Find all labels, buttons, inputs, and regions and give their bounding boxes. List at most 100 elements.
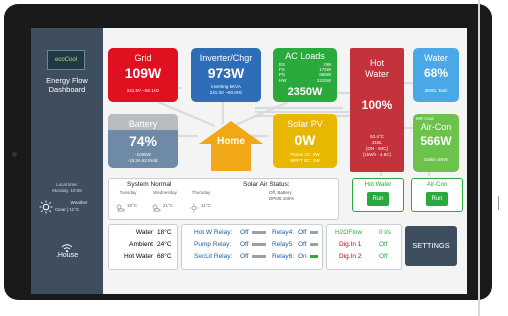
battery-tile[interactable]: Battery 74% -1005W -15.3A 52.5Vdc	[108, 114, 178, 168]
relay6-label: Relay6:	[272, 253, 295, 260]
solar-pv-tile[interactable]: Solar PV 0W Phase AC: 0W MPPT DC: 0W	[273, 114, 337, 168]
sun-icon	[39, 200, 53, 214]
local-time-label: Local time:	[56, 182, 78, 187]
relay-pump-label: Pump Relay:	[194, 241, 232, 248]
temperatures-panel: Water 18°C Ambient 24°C Hot Water 68°C	[108, 224, 178, 270]
aircon-power-value: 566W	[420, 134, 452, 148]
solar-air-status-detail1: Off, Battery	[269, 190, 292, 195]
grid-label: Grid	[134, 53, 152, 63]
digital-input-1-value: Off	[379, 241, 388, 248]
hot-water-button-label: Hot Water	[364, 182, 392, 188]
hot-water-run-button[interactable]: Hot Water Run	[352, 178, 404, 212]
ac-loads-label: AC Loads	[285, 51, 325, 61]
sun-icon	[189, 200, 199, 213]
inverter-tile[interactable]: Inverter/Chgr 973W Inverting 5KVA 241.3V…	[191, 48, 261, 102]
relay-seclit-label: SecLit Relay:	[194, 253, 233, 260]
dashboard-screen: ecoCool Energy Flow Dashboard Local time…	[31, 28, 467, 294]
solar-pv-label: Solar PV	[287, 119, 323, 129]
hot-water-temp: 63.4°C	[370, 134, 384, 139]
solar-ac-detail: Phase AC: 0W	[290, 152, 320, 157]
relay5-label: Relay5:	[272, 241, 295, 248]
water-tank-tile[interactable]: Water 68% 3000L Tank	[413, 48, 459, 102]
hot-water-label-line1: Hot	[369, 58, 384, 68]
water-tank-level-value: 68%	[423, 66, 449, 80]
settings-button[interactable]: SETTINGS	[405, 226, 457, 266]
relay-pump-state[interactable]: Off	[240, 241, 266, 248]
battery-soc-value: 74%	[128, 133, 158, 149]
grid-voltage-detail: 241.8V ~50.1Hz	[126, 88, 160, 93]
solar-air-status-detail2: DPM6 100%	[269, 196, 295, 201]
aircon-button-label: Air-Con	[426, 182, 448, 188]
solar-dc-detail: MPPT DC: 0W	[290, 158, 320, 163]
relay-hot-water-label: Hot W Relay:	[194, 229, 233, 236]
partly-cloudy-icon	[151, 200, 161, 212]
temp-label-hot-water: Hot Water	[123, 253, 153, 260]
battery-current-voltage: -15.3A 52.5Vdc	[127, 158, 159, 163]
digital-input-1-label: Dig.In 1	[339, 241, 362, 248]
temp-value-ambient: 24°C	[157, 241, 172, 248]
relay5-state[interactable]: Off	[298, 241, 318, 248]
hot-water-tile[interactable]: Hot Water 100% 63.4°C 315L [ON - 84C] [1…	[350, 48, 404, 172]
digital-input-2-value: Off	[379, 253, 388, 260]
relay6-state[interactable]: On	[298, 253, 318, 260]
hot-water-level-value: 100%	[361, 98, 393, 112]
hot-water-energy: [1kWh - 4.6C]	[363, 152, 391, 157]
ac-load-row: HW 1315W	[279, 77, 331, 83]
system-status-panel: System Normal Solar Air Status: Off, Bat…	[108, 178, 339, 220]
hot-water-volume: 315L	[371, 140, 382, 145]
ecocool-logo: ecoCool	[47, 50, 85, 70]
grid-tile[interactable]: Grid 109W 241.8V ~50.1Hz	[108, 48, 178, 102]
forecast-day-3: Thursday	[191, 190, 211, 195]
page-edge-line	[478, 0, 480, 316]
local-time-value: Monday, 19:08	[52, 188, 82, 193]
flow-inputs-panel: H2OFlow 0 l/s Dig.In 1 Off Dig.In 2 Off	[326, 224, 402, 270]
dashboard-title-line2: Dashboard	[48, 85, 86, 94]
partly-cloudy-icon	[115, 200, 125, 212]
temp-value-hot-water: 68°C	[157, 253, 172, 260]
weather-value: Clear | 11°C	[55, 207, 80, 212]
dashboard-title-line1: Energy Flow	[46, 76, 88, 85]
solar-air-status-label: Solar Air Status:	[243, 181, 290, 188]
water-tank-label: Water	[424, 53, 448, 63]
house-nav-label[interactable]: .House	[31, 252, 103, 259]
home-label: Home	[217, 136, 245, 147]
grid-power-value: 109W	[124, 65, 162, 81]
temp-label-water: Water	[135, 229, 153, 236]
water-tank-capacity: 3000L Tank	[424, 88, 448, 93]
ac-loads-breakdown: ES 0W FS 175W PS 658W HW 1315W	[279, 62, 331, 83]
aircon-model: Daikin 5KW	[424, 157, 448, 162]
forecast-temp-1: 18°C	[127, 203, 138, 208]
forecast-day-1: Tuesday	[119, 190, 137, 195]
relay-hot-water-state[interactable]: Off	[240, 229, 266, 236]
forecast-temp-2: 21°C	[163, 203, 174, 208]
inverter-voltage-detail: 241.3V ~50.0Hz	[209, 90, 243, 95]
solar-pv-power-value: 0W	[294, 132, 316, 148]
relay4-state[interactable]: Off	[298, 229, 318, 236]
relays-panel: Hot W Relay: Off Pump Relay: Off SecLit …	[181, 224, 323, 270]
h2o-flow-value: 0 l/s	[379, 229, 391, 236]
system-status-label: System Normal	[127, 181, 172, 188]
aircon-tag: MR Cool	[416, 116, 434, 121]
temp-value-water: 18°C	[157, 229, 172, 236]
ac-loads-total-value: 2350W	[287, 86, 323, 98]
temp-label-ambient: Ambient	[129, 241, 153, 248]
aircon-run-button[interactable]: Air-Con Run	[411, 178, 463, 212]
hot-water-label-line2: Water	[365, 69, 389, 79]
wifi-icon[interactable]	[61, 240, 73, 253]
inverter-power-value: 973W	[207, 65, 245, 81]
battery-label: Battery	[128, 119, 158, 129]
weather-label: Weather	[70, 200, 88, 205]
forecast-temp-3: 11°C	[201, 203, 211, 208]
hot-water-run-label[interactable]: Run	[367, 192, 389, 206]
inverter-label: Inverter/Chgr	[199, 53, 253, 63]
aircon-tile[interactable]: MR Cool Air-Con 566W Daikin 5KW	[413, 114, 459, 172]
forecast-day-2: Wednesday	[153, 190, 177, 195]
tablet-camera	[12, 152, 17, 157]
sidebar: ecoCool Energy Flow Dashboard Local time…	[31, 28, 103, 294]
aircon-run-label[interactable]: Run	[426, 192, 448, 206]
relay4-label: Relay4:	[272, 229, 295, 236]
ac-loads-tile[interactable]: AC Loads ES 0W FS 175W PS 658W HW 1315W …	[273, 48, 337, 102]
aircon-label: Air-Con	[420, 122, 452, 132]
battery-power-detail: -1005W	[135, 152, 151, 157]
relay-seclit-state[interactable]: Off	[240, 253, 266, 260]
